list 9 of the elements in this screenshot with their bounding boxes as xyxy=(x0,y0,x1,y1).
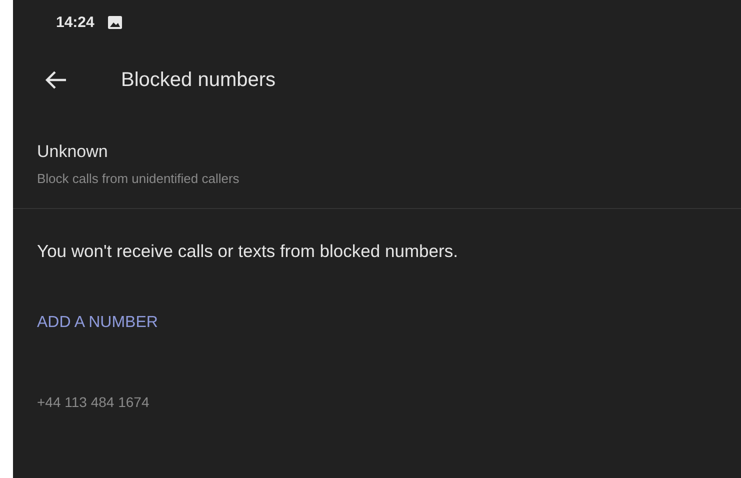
info-text: You won't receive calls or texts from blocked numbers. xyxy=(37,241,459,262)
screen-title: Blocked numbers xyxy=(121,68,276,92)
blocked-number[interactable]: +44 113 484 1674 xyxy=(37,394,741,410)
setting-title: Unknown xyxy=(37,142,109,162)
setting-subtitle: Block calls from unidentified callers xyxy=(37,171,240,186)
unknown-callers-setting[interactable]: Unknown Block calls from unidentified callers xyxy=(13,116,741,209)
add-number-button[interactable]: ADD A NUMBER xyxy=(37,314,158,332)
status-time: 14:24 xyxy=(56,14,94,30)
image-icon xyxy=(108,16,122,28)
